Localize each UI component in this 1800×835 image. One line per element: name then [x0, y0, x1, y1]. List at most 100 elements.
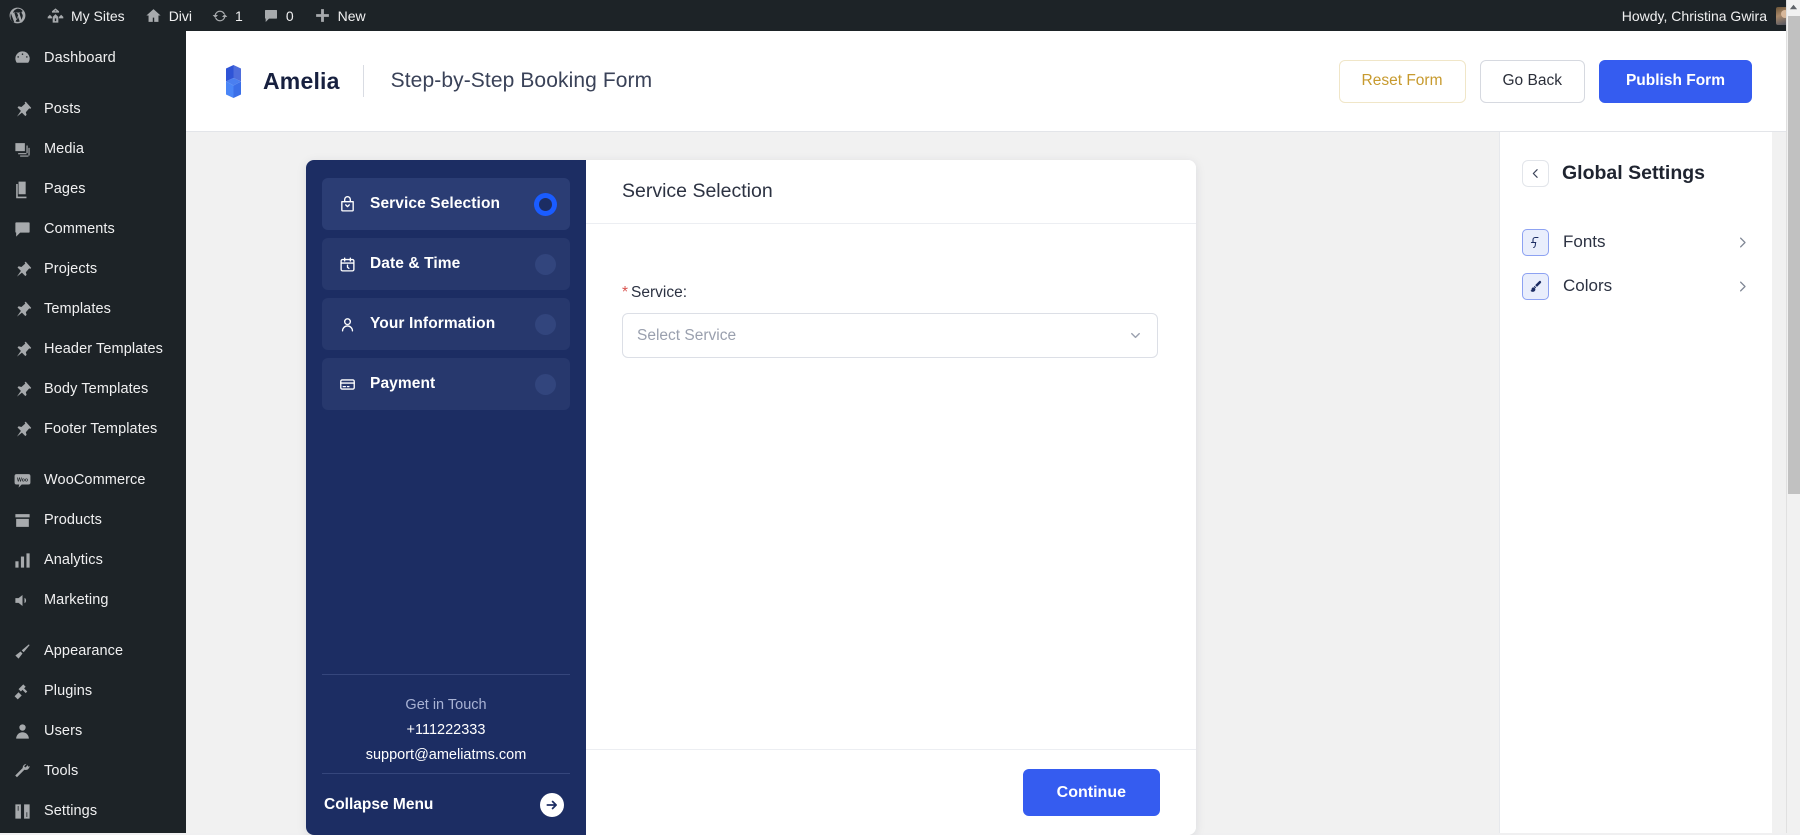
sidebar-item-label: WooCommerce	[44, 471, 146, 488]
sidebar-item-label: Analytics	[44, 551, 103, 568]
step-service-selection[interactable]: Service Selection	[322, 178, 570, 230]
adminbar-item-my-sites[interactable]: My Sites	[37, 0, 135, 31]
card-icon	[338, 375, 357, 394]
sidebar-item-marketing[interactable]: Marketing	[0, 580, 186, 620]
adminbar-item-label: 0	[285, 7, 294, 24]
contact-email[interactable]: support@ameliatms.com	[322, 747, 570, 763]
comments-icon	[263, 8, 279, 24]
sidebar-item-tools[interactable]: Tools	[0, 751, 186, 791]
sidebar-item-projects[interactable]: Projects	[0, 249, 186, 289]
sidebar-item-posts[interactable]: Posts	[0, 89, 186, 129]
step-status-bullet	[535, 193, 556, 215]
brand-name: Amelia	[263, 67, 340, 94]
scroll-up-arrow-icon[interactable]	[1787, 0, 1800, 14]
howdy-label: Howdy, Christina Gwira	[1621, 7, 1767, 24]
adminbar-item-label: My Sites	[71, 7, 125, 24]
reset-form-button[interactable]: Reset Form	[1338, 59, 1466, 103]
wp-admin-sidebar: Dashboard Posts Media Pages Comments Pro…	[0, 31, 186, 833]
sidebar-item-dashboard[interactable]: Dashboard	[0, 38, 186, 78]
settings-row-label: Fonts	[1563, 232, 1606, 251]
sidebar-item-media[interactable]: Media	[0, 129, 186, 169]
sidebar-item-woocommerce[interactable]: Woo WooCommerce	[0, 460, 186, 500]
adminbar-item-wordpress[interactable]	[0, 0, 37, 31]
settings-row-fonts[interactable]: Fonts	[1522, 220, 1750, 264]
step-status-bullet	[535, 253, 556, 275]
sidebar-item-label: Body Templates	[44, 380, 149, 397]
service-label-text: Service:	[631, 284, 688, 301]
adminbar-item-comments[interactable]: 0	[253, 0, 304, 31]
adminbar-item-howdy[interactable]: Howdy, Christina Gwira	[1612, 0, 1800, 31]
menu-separator	[0, 78, 186, 89]
sidebar-item-label: Templates	[44, 300, 111, 317]
adminbar-item-updates[interactable]: 1	[202, 0, 253, 31]
sidebar-item-templates[interactable]: Templates	[0, 289, 186, 329]
get-in-touch-title: Get in Touch	[405, 697, 487, 713]
continue-button[interactable]: Continue	[1022, 769, 1160, 816]
settings-row-colors[interactable]: Colors	[1522, 264, 1750, 308]
marketing-icon	[12, 590, 32, 610]
sidebar-item-label: Products	[44, 511, 103, 528]
users-icon	[12, 721, 32, 741]
adminbar-item-site-name[interactable]: Divi	[135, 0, 202, 31]
pin-icon	[12, 299, 32, 319]
pages-icon	[12, 179, 32, 199]
sidebar-item-label: Comments	[44, 220, 115, 237]
pin-icon	[12, 339, 32, 359]
sidebar-item-products[interactable]: Products	[0, 500, 186, 540]
step-date-time[interactable]: Date & Time	[322, 238, 570, 290]
sidebar-item-header-templates[interactable]: Header Templates	[0, 329, 186, 369]
sidebar-item-label: Projects	[44, 260, 98, 277]
sidebar-item-label: Pages	[44, 180, 86, 197]
adminbar-item-label: 1	[235, 7, 243, 24]
booking-steps-pane: Service Selection Date & Time Your Infor…	[306, 160, 586, 835]
adminbar-item-label: New	[337, 7, 366, 24]
sidebar-item-footer-templates[interactable]: Footer Templates	[0, 409, 186, 449]
tools-icon	[12, 761, 32, 781]
sidebar-item-users[interactable]: Users	[0, 711, 186, 751]
step-payment[interactable]: Payment	[322, 358, 570, 410]
sidebar-item-label: Marketing	[44, 591, 109, 608]
chevron-right-icon	[1735, 279, 1750, 294]
step-status-bullet	[535, 313, 556, 335]
sidebar-item-label: Settings	[44, 802, 98, 819]
appearance-icon	[12, 641, 32, 661]
chevron-left-icon[interactable]	[1522, 160, 1549, 187]
bag-icon	[338, 195, 357, 214]
amelia-header: Amelia Step-by-Step Booking Form Reset F…	[186, 31, 1786, 132]
sidebar-item-label: Dashboard	[44, 49, 116, 66]
step-label: Your Information	[370, 315, 496, 332]
sidebar-item-settings[interactable]: Settings	[0, 791, 186, 831]
form-footer: Continue	[586, 749, 1196, 835]
contact-phone[interactable]: +111222333	[322, 722, 570, 738]
step-status-bullet	[535, 373, 556, 395]
steps-footer: Get in Touch +111222333 support@ameliatm…	[322, 674, 570, 835]
svg-text:Woo: Woo	[16, 477, 27, 483]
pin-icon	[12, 99, 32, 119]
pin-icon	[12, 419, 32, 439]
plus-icon	[314, 7, 331, 24]
font-icon	[1522, 228, 1549, 256]
step-label: Service Selection	[370, 195, 501, 212]
booking-form-pane: Service Selection * Service: Select Servi…	[586, 160, 1196, 835]
scrollbar-thumb[interactable]	[1788, 16, 1800, 494]
wordpress-icon	[8, 6, 27, 25]
wp-admin-bar: My Sites Divi 1 0 New Howdy, Christina G…	[0, 0, 1800, 31]
booking-form-card: Service Selection Date & Time Your Infor…	[306, 160, 1196, 835]
chevron-down-icon	[1128, 328, 1143, 343]
step-your-information[interactable]: Your Information	[322, 298, 570, 350]
go-back-button[interactable]: Go Back	[1479, 59, 1585, 103]
page-scrollbar[interactable]	[1786, 0, 1800, 833]
sidebar-item-comments[interactable]: Comments	[0, 209, 186, 249]
collapse-menu-button[interactable]: Collapse Menu	[322, 773, 570, 835]
sidebar-item-body-templates[interactable]: Body Templates	[0, 369, 186, 409]
adminbar-item-new[interactable]: New	[304, 0, 376, 31]
publish-form-button[interactable]: Publish Form	[1598, 59, 1752, 103]
form-step-title: Service Selection	[622, 180, 773, 202]
sidebar-item-analytics[interactable]: Analytics	[0, 540, 186, 580]
sidebar-item-appearance[interactable]: Appearance	[0, 631, 186, 671]
service-select[interactable]: Select Service	[622, 313, 1158, 358]
amelia-app: Amelia Step-by-Step Booking Form Reset F…	[186, 31, 1786, 835]
form-body: * Service: Select Service	[586, 224, 1196, 749]
sidebar-item-plugins[interactable]: Plugins	[0, 671, 186, 711]
sidebar-item-pages[interactable]: Pages	[0, 169, 186, 209]
